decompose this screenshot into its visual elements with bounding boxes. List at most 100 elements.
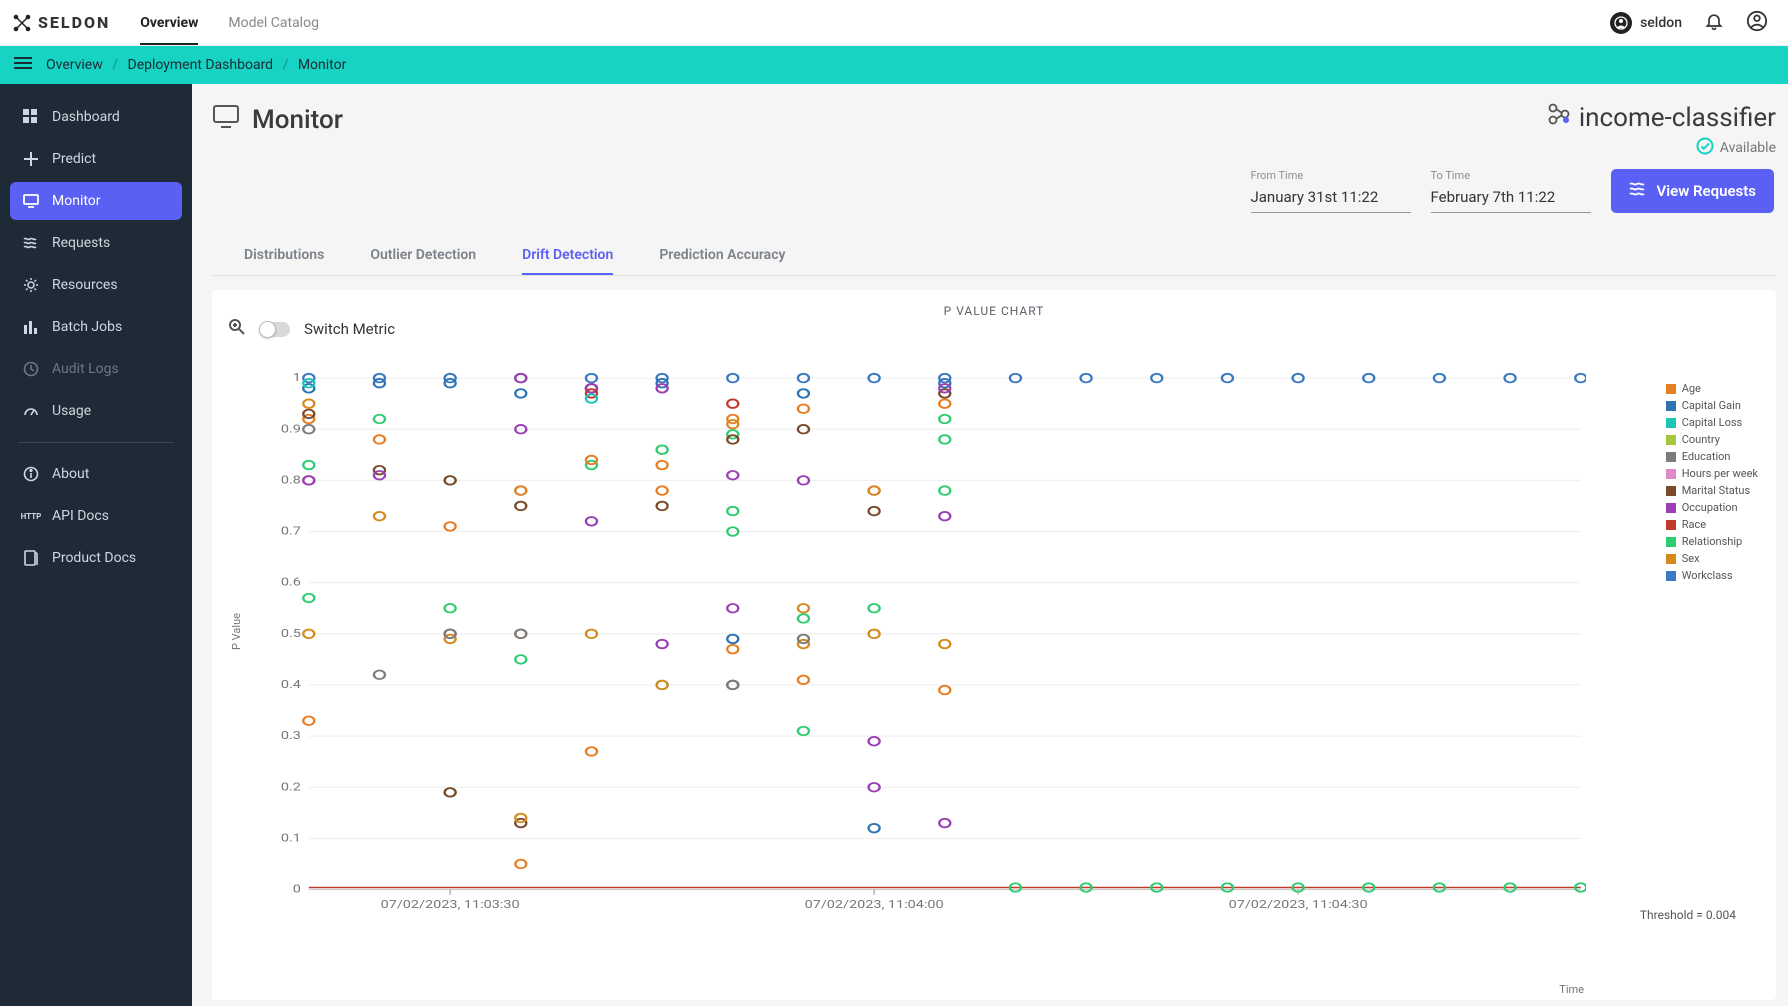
top-nav: Overview Model Catalog — [140, 1, 1610, 45]
sidebar-item-monitor[interactable]: Monitor — [10, 182, 182, 220]
deployment-status: Available — [1547, 137, 1776, 159]
sidebar-item-product-docs[interactable]: Product Docs — [10, 539, 182, 577]
breadcrumb-dashboard[interactable]: Deployment Dashboard — [128, 57, 274, 73]
topnav-overview[interactable]: Overview — [140, 1, 198, 45]
sidebar-item-label: About — [52, 466, 89, 482]
legend-item[interactable]: Sex — [1666, 552, 1758, 565]
deployment-graph-icon — [1547, 102, 1571, 133]
waves-icon — [1629, 181, 1647, 201]
shell: Dashboard Predict Monitor Requests Resou… — [0, 84, 1788, 1006]
gauge-icon — [22, 402, 40, 420]
deployment-name-text: income-classifier — [1579, 103, 1776, 133]
legend-swatch — [1666, 503, 1676, 513]
sidebar-item-label: Audit Logs — [52, 361, 119, 377]
legend-swatch — [1666, 537, 1676, 547]
switch-metric-toggle[interactable] — [260, 322, 290, 337]
sidebar-item-about[interactable]: About — [10, 455, 182, 493]
zoom-icon[interactable] — [228, 318, 246, 340]
sidebar-item-requests[interactable]: Requests — [10, 224, 182, 262]
sidebar-item-label: Usage — [52, 403, 91, 419]
brand-logo: SELDON — [12, 13, 110, 33]
from-time-label: From Time — [1251, 169, 1411, 182]
legend-item[interactable]: Capital Gain — [1666, 399, 1758, 412]
legend-swatch — [1666, 520, 1676, 530]
info-icon — [22, 465, 40, 483]
legend-swatch — [1666, 435, 1676, 445]
legend-label: Country — [1682, 433, 1720, 446]
legend-swatch — [1666, 469, 1676, 479]
view-requests-button[interactable]: View Requests — [1611, 169, 1775, 213]
page-header: Monitor income-classifier Available — [212, 102, 1776, 159]
svg-text:0.7: 0.7 — [281, 525, 301, 538]
sidebar-item-label: Dashboard — [52, 109, 120, 125]
controls-row: From Time January 31st 11:22 To Time Feb… — [212, 169, 1774, 213]
svg-text:1: 1 — [293, 372, 301, 385]
legend-swatch — [1666, 418, 1676, 428]
legend-item[interactable]: Occupation — [1666, 501, 1758, 514]
legend-item[interactable]: Age — [1666, 382, 1758, 395]
svg-text:0.8: 0.8 — [281, 474, 301, 487]
sidebar-item-dashboard[interactable]: Dashboard — [10, 98, 182, 136]
legend-swatch — [1666, 571, 1676, 581]
topnav-model-catalog[interactable]: Model Catalog — [228, 1, 319, 45]
from-time-value[interactable]: January 31st 11:22 — [1251, 184, 1411, 213]
svg-text:0.6: 0.6 — [281, 576, 301, 589]
sidebar-item-predict[interactable]: Predict — [10, 140, 182, 178]
svg-text:0.2: 0.2 — [281, 781, 301, 794]
svg-text:0.1: 0.1 — [281, 832, 301, 845]
page-title: Monitor — [212, 102, 343, 137]
user-chip[interactable]: seldon — [1610, 12, 1682, 34]
sidebar-item-api-docs[interactable]: HTTP API Docs — [10, 497, 182, 535]
breadcrumb-bar: Overview / Deployment Dashboard / Monito… — [0, 46, 1788, 84]
tab-prediction-accuracy[interactable]: Prediction Accuracy — [659, 247, 785, 275]
account-icon[interactable] — [1746, 10, 1768, 36]
tab-distributions[interactable]: Distributions — [244, 247, 324, 275]
sidebar-item-label: Batch Jobs — [52, 319, 122, 335]
from-time-field[interactable]: From Time January 31st 11:22 — [1251, 169, 1411, 213]
dashboard-icon — [22, 108, 40, 126]
chart-title: P VALUE CHART — [230, 304, 1758, 318]
legend-item[interactable]: Marital Status — [1666, 484, 1758, 497]
svg-text:07/02/2023, 11:04:00: 07/02/2023, 11:04:00 — [805, 898, 944, 911]
svg-text:07/02/2023, 11:04:30: 07/02/2023, 11:04:30 — [1229, 898, 1368, 911]
y-axis-label: P Value — [230, 613, 243, 650]
svg-text:0.4: 0.4 — [281, 679, 301, 692]
breadcrumb-monitor[interactable]: Monitor — [298, 57, 347, 73]
legend-label: Marital Status — [1682, 484, 1750, 497]
waves-icon — [22, 234, 40, 252]
legend-item[interactable]: Education — [1666, 450, 1758, 463]
sidebar-item-audit-logs[interactable]: Audit Logs — [10, 350, 182, 388]
to-time-field[interactable]: To Time February 7th 11:22 — [1431, 169, 1591, 213]
legend-label: Hours per week — [1682, 467, 1758, 480]
legend-label: Workclass — [1682, 569, 1733, 582]
sidebar-item-batch-jobs[interactable]: Batch Jobs — [10, 308, 182, 346]
to-time-value[interactable]: February 7th 11:22 — [1431, 184, 1591, 213]
legend-label: Capital Gain — [1682, 399, 1741, 412]
legend-item[interactable]: Country — [1666, 433, 1758, 446]
main-content: Monitor income-classifier Available From… — [192, 84, 1788, 1006]
svg-text:0.5: 0.5 — [281, 627, 301, 640]
topbar-right: seldon — [1610, 10, 1776, 36]
bell-icon[interactable] — [1704, 11, 1724, 35]
chart-legend: Age Capital Gain Capital Loss Country Educat… — [1666, 382, 1758, 586]
sidebar-item-resources[interactable]: Resources — [10, 266, 182, 304]
monitor-tabs: Distributions Outlier Detection Drift De… — [212, 247, 1776, 276]
monitor-page-icon — [212, 102, 240, 137]
sidebar: Dashboard Predict Monitor Requests Resou… — [0, 84, 192, 1006]
legend-item[interactable]: Workclass — [1666, 569, 1758, 582]
tab-drift-detection[interactable]: Drift Detection — [522, 247, 613, 275]
breadcrumb-overview[interactable]: Overview — [46, 57, 103, 73]
breadcrumb-separator: / — [277, 57, 295, 73]
sidebar-item-label: Resources — [52, 277, 118, 293]
legend-item[interactable]: Race — [1666, 518, 1758, 531]
sidebar-item-usage[interactable]: Usage — [10, 392, 182, 430]
legend-swatch — [1666, 452, 1676, 462]
legend-item[interactable]: Hours per week — [1666, 467, 1758, 480]
legend-item[interactable]: Capital Loss — [1666, 416, 1758, 429]
hamburger-icon[interactable] — [14, 56, 32, 74]
tab-outlier-detection[interactable]: Outlier Detection — [370, 247, 476, 275]
svg-text:0: 0 — [293, 883, 301, 896]
brand-text: SELDON — [38, 13, 110, 32]
legend-item[interactable]: Relationship — [1666, 535, 1758, 548]
clock-icon — [22, 360, 40, 378]
